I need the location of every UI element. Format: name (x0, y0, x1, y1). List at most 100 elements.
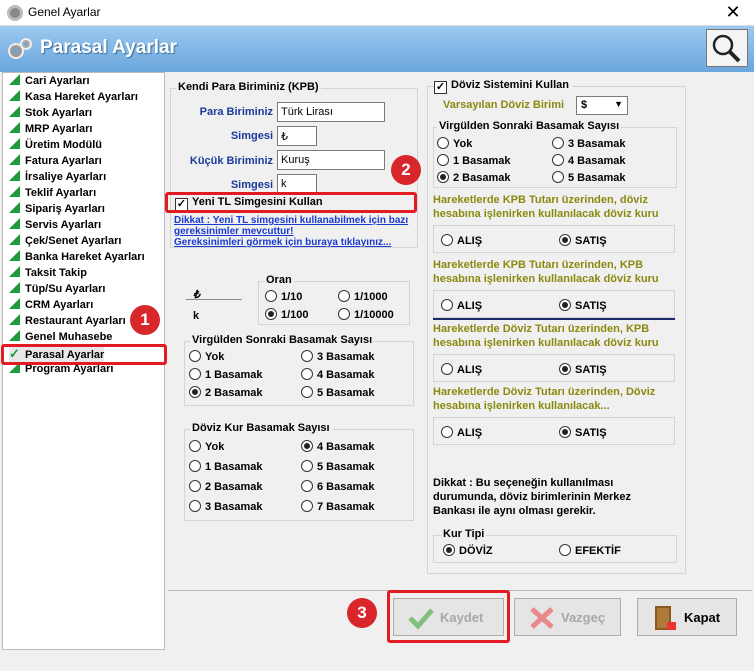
gereksinim-link[interactable]: Gereksinimleri görmek için buraya tıklay… (174, 237, 414, 248)
oran-radio-1-10[interactable]: 1/10 (265, 290, 302, 303)
sidebar-item-label: Restaurant Ayarları (25, 315, 126, 327)
oran-radio-1-1000[interactable]: 1/1000 (338, 290, 388, 303)
alis-radio[interactable]: ALIŞ (441, 363, 482, 376)
kur-decimals-radio[interactable]: 6 Basamak (301, 480, 375, 493)
section-text: Hareketlerde KPB Tutarı üzerinden, KPB h… (433, 259, 659, 285)
triangle-icon (9, 250, 20, 261)
page-header: Parasal Ayarlar (0, 26, 754, 72)
doviz-decimals-radio[interactable]: Yok (437, 137, 472, 150)
oran-radio-1-10000[interactable]: 1/10000 (338, 308, 394, 321)
sidebar-item[interactable]: Kasa Hareket Ayarları (9, 90, 138, 106)
page-title: Parasal Ayarlar (40, 37, 177, 58)
section-divider (433, 318, 675, 320)
default-currency-select[interactable]: $ ▼ (576, 96, 628, 115)
sidebar-item[interactable]: Çek/Senet Ayarları (9, 234, 121, 250)
section-text: Hareketlerde Döviz Tutarı üzerinden, Döv… (433, 386, 656, 412)
sidebar-item-label: Tüp/Su Ayarları (25, 283, 106, 295)
kur-decimals-radio[interactable]: 4 Basamak (301, 440, 375, 453)
sidebar-item[interactable]: Stok Ayarları (9, 106, 92, 122)
close-button[interactable]: Kapat (637, 598, 737, 636)
doviz-enable-checkbox[interactable]: ✓ Döviz Sistemini Kullan (434, 79, 572, 94)
kur-decimals-radio[interactable]: 2 Basamak (189, 480, 263, 493)
triangle-icon (9, 122, 20, 133)
default-currency-label: Varsayılan Döviz Birimi (443, 99, 565, 111)
satis-radio[interactable]: SATIŞ (559, 299, 607, 312)
kur-decimals-radio[interactable]: 5 Basamak (301, 460, 375, 473)
doviz-decimals-radio[interactable]: 4 Basamak (552, 154, 626, 167)
triangle-icon (9, 330, 20, 341)
sidebar-item[interactable]: Üretim Modülü (9, 138, 102, 154)
kpb-decimals-radio[interactable]: 5 Basamak (301, 386, 375, 399)
doviz-decimals-radio[interactable]: 3 Basamak (552, 137, 626, 150)
sidebar-item-label: Çek/Senet Ayarları (25, 235, 122, 247)
kur-decimals-radio[interactable]: Yok (189, 440, 224, 453)
triangle-icon (9, 186, 20, 197)
sidebar-item[interactable]: Restaurant Ayarları (9, 314, 126, 330)
dikkat-link[interactable]: Dikkat : Yeni TL simgesini kullanabilmek… (174, 215, 410, 237)
triangle-icon (9, 266, 20, 277)
sidebar-item[interactable]: Taksit Takip (9, 266, 87, 282)
doviz-decimals-radio[interactable]: 5 Basamak (552, 171, 626, 184)
window-title: Genel Ayarlar (28, 5, 101, 19)
kucuk-birim-field[interactable]: Kuruş (277, 150, 385, 170)
sidebar-item-label: Kasa Hareket Ayarları (25, 91, 138, 103)
step-badge-2: 2 (391, 155, 421, 185)
kur-tipi-doviz[interactable]: DÖVİZ (443, 544, 493, 557)
gears-icon (6, 35, 34, 63)
para-birimi-field[interactable]: Türk Lirası (277, 102, 385, 122)
kur-decimals-radio[interactable]: 3 Basamak (189, 500, 263, 513)
alis-radio[interactable]: ALIŞ (441, 234, 482, 247)
sidebar-item[interactable]: Teklif Ayarları (9, 186, 96, 202)
oran-title: Oran (264, 274, 294, 286)
sidebar-item-label: Teklif Ayarları (25, 187, 97, 199)
kpb-decimals-radio[interactable]: 1 Basamak (189, 368, 263, 381)
kucuk-simge-field[interactable]: k (277, 174, 317, 194)
sidebar-item-label: Stok Ayarları (25, 107, 93, 119)
satis-radio[interactable]: SATIŞ (559, 363, 607, 376)
kucuk-birim-label: Küçük Biriminiz (189, 155, 273, 167)
kucuk-simge-label: Simgesi (230, 179, 273, 191)
doviz-decimals-radio[interactable]: 1 Basamak (437, 154, 511, 167)
doviz-note: Dikkat : Bu seçeneğin kullanılması durum… (433, 477, 632, 517)
section-text: Hareketlerde KPB Tutarı üzerinden, döviz… (433, 194, 659, 220)
kpb-decimals-radio[interactable]: Yok (189, 350, 224, 363)
kur-tipi-efektif[interactable]: EFEKTİF (559, 544, 621, 557)
kur-decimals-radio[interactable]: 7 Basamak (301, 500, 375, 513)
sidebar-item[interactable]: CRM Ayarları (9, 298, 93, 314)
sidebar-item[interactable]: MRP Ayarları (9, 122, 92, 138)
x-icon (530, 607, 554, 629)
alis-radio[interactable]: ALIŞ (441, 299, 482, 312)
sidebar-item-label: Genel Muhasebe (25, 331, 113, 343)
kpb-decimals-radio[interactable]: 2 Basamak (189, 386, 263, 399)
sidebar-item-label: Üretim Modülü (25, 139, 102, 151)
alis-radio[interactable]: ALIŞ (441, 426, 482, 439)
kur-decimals-radio[interactable]: 1 Basamak (189, 460, 263, 473)
sidebar-item[interactable]: Tüp/Su Ayarları (9, 282, 105, 298)
sidebar-item-label: MRP Ayarları (25, 123, 93, 135)
kpb-group-title: Kendi Para Biriminiz (KPB) (176, 81, 321, 93)
sidebar-item[interactable]: Servis Ayarları (9, 218, 101, 234)
kur-tipi-title: Kur Tipi (441, 528, 487, 540)
sidebar-item[interactable]: Banka Hareket Ayarları (9, 250, 145, 266)
cancel-button[interactable]: Vazgeç (514, 598, 621, 636)
simge-field[interactable]: ₺ (277, 126, 317, 146)
oran-radio-1-100[interactable]: 1/100 (265, 308, 309, 321)
doviz-decimals-radio[interactable]: 2 Basamak (437, 171, 511, 184)
sidebar-item[interactable]: Fatura Ayarları (9, 154, 102, 170)
sidebar-item-label: Servis Ayarları (25, 219, 102, 231)
sidebar-item[interactable]: Cari Ayarları (9, 74, 90, 90)
triangle-icon (9, 154, 20, 165)
search-button[interactable] (706, 29, 748, 67)
satis-radio[interactable]: SATIŞ (559, 234, 607, 247)
highlight-box-1 (1, 344, 167, 365)
highlight-box-3 (387, 590, 510, 643)
sidebar-item-label: Fatura Ayarları (25, 155, 102, 167)
close-icon[interactable]: ✕ (713, 1, 753, 25)
sidebar-item[interactable]: İrsaliye Ayarları (9, 170, 106, 186)
sidebar-item[interactable]: Sipariş Ayarları (9, 202, 105, 218)
triangle-icon (9, 314, 20, 325)
chevron-down-icon: ▼ (614, 99, 623, 109)
kpb-decimals-radio[interactable]: 4 Basamak (301, 368, 375, 381)
kpb-decimals-radio[interactable]: 3 Basamak (301, 350, 375, 363)
satis-radio[interactable]: SATIŞ (559, 426, 607, 439)
